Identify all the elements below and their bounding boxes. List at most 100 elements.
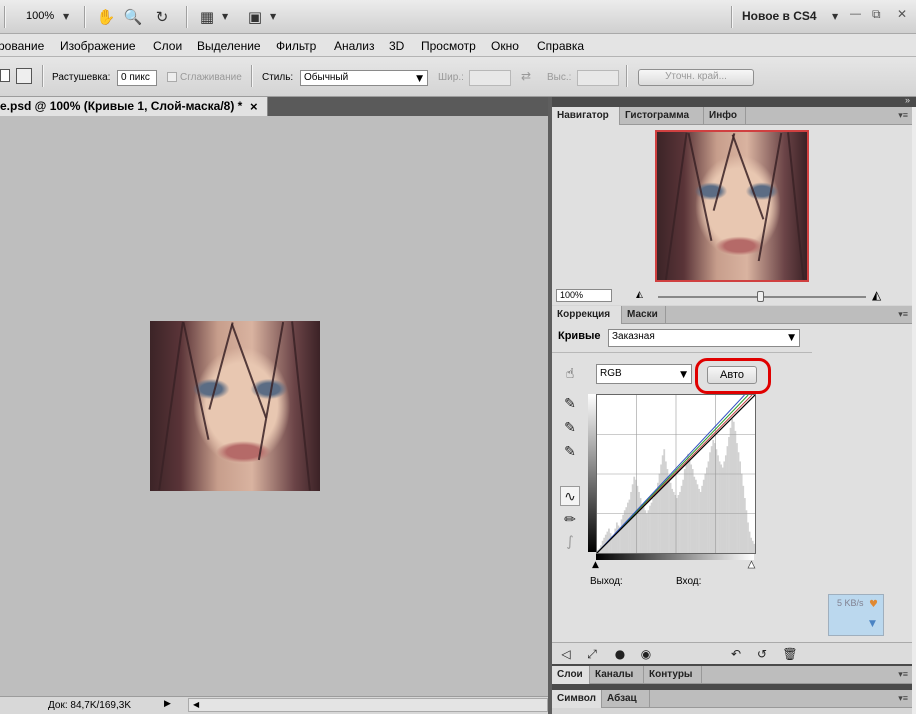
menu-layers[interactable]: Слои [153, 39, 182, 53]
portrait-image [150, 321, 320, 491]
swap-icon[interactable]: ⇄ [521, 69, 531, 83]
navigator-thumbnail[interactable] [655, 130, 809, 282]
histogram-bar [717, 455, 719, 553]
histogram-bar [702, 479, 705, 553]
screen-mode-dropdown-icon[interactable]: ▼ [270, 12, 276, 21]
histogram-bar [679, 491, 681, 553]
minimize-button[interactable]: — [850, 8, 861, 20]
intersect-selection-icon[interactable] [16, 68, 32, 84]
zoom-in-icon[interactable]: ◭ [872, 288, 881, 302]
view-previous-icon[interactable]: ↶ [726, 644, 746, 664]
scroll-left-icon[interactable]: ◀ [193, 700, 199, 709]
selection-mode-icon[interactable] [0, 69, 10, 82]
refine-edge-button[interactable]: Уточн. край... [638, 69, 754, 86]
curves-graph[interactable] [596, 394, 756, 554]
panel-menu-icon[interactable]: ▾≡ [898, 669, 908, 680]
highlight-annotation [695, 358, 771, 394]
pencil-draw-icon[interactable]: ✏ [560, 510, 580, 530]
tab-info[interactable]: Инфо [704, 107, 746, 125]
menu-3d[interactable]: 3D [389, 39, 404, 53]
histogram-bar [707, 461, 710, 553]
black-eyedropper-icon[interactable]: ✎ [560, 394, 580, 414]
tab-histogram[interactable]: Гистограмма [620, 107, 704, 125]
close-icon[interactable]: × [250, 99, 258, 114]
character-tabstrip: Символ Абзац ▾≡ [552, 690, 912, 708]
panel-menu-icon[interactable]: ▾≡ [898, 693, 908, 704]
white-point-slider-icon[interactable]: ▲ [748, 560, 756, 571]
document-canvas[interactable] [0, 116, 548, 696]
menu-image[interactable]: Изображение [60, 39, 136, 53]
hand-tool-icon[interactable]: ✋ [96, 7, 116, 27]
menu-help[interactable]: Справка [537, 39, 584, 53]
histogram-bar [739, 461, 741, 553]
histogram-bar [663, 449, 666, 553]
document-tab[interactable]: e.psd @ 100% (Кривые 1, Слой-маска/8) * … [0, 97, 268, 116]
screen-mode-icon[interactable]: ▣ [245, 7, 265, 27]
collapse-panels-icon[interactable]: » [905, 95, 910, 105]
tab-adjustments[interactable]: Коррекция [552, 306, 622, 324]
panel-menu-icon[interactable]: ▾≡ [898, 309, 908, 320]
style-select[interactable]: Обычный ▼ [300, 70, 428, 86]
histogram-bar [701, 485, 704, 553]
on-image-adjust-icon[interactable]: ☝ [560, 364, 580, 384]
tab-masks[interactable]: Маски [622, 306, 666, 324]
feather-input[interactable]: 0 пикс [117, 70, 157, 86]
smooth-curve-icon[interactable]: ∫ [560, 532, 580, 552]
arrange-documents-icon[interactable]: ▦ [197, 7, 217, 27]
tab-navigator[interactable]: Навигатор [552, 107, 620, 125]
histogram-bar [694, 479, 697, 553]
gray-eyedropper-icon[interactable]: ✎ [560, 418, 580, 438]
expand-view-icon[interactable]: ⤢ [582, 644, 602, 664]
zoom-out-icon[interactable]: ◭ [636, 290, 643, 300]
tab-channels[interactable]: Каналы [590, 666, 644, 684]
menu-analysis[interactable]: Анализ [334, 39, 375, 53]
tab-character[interactable]: Символ [552, 690, 602, 708]
antialias-checkbox[interactable] [167, 72, 177, 82]
zoom-slider-handle[interactable] [757, 291, 764, 302]
menu-select[interactable]: Выделение [197, 39, 261, 53]
histogram-bar [698, 488, 700, 553]
channel-value: RGB [600, 368, 622, 379]
horizontal-scrollbar[interactable]: ◀ [188, 698, 548, 712]
channel-select[interactable]: RGB ▼ [596, 364, 692, 384]
width-input[interactable] [469, 70, 511, 86]
height-input[interactable] [577, 70, 619, 86]
tab-layers[interactable]: Слои [552, 666, 590, 684]
curve-point-icon[interactable]: ∿ [560, 486, 580, 506]
arrange-dropdown-icon[interactable]: ▼ [222, 12, 228, 21]
menu-view[interactable]: Просмотр [421, 39, 476, 53]
tab-paragraph[interactable]: Абзац [602, 690, 650, 708]
zoom-tool-icon[interactable]: 🔍 [123, 7, 143, 27]
histogram-bar [706, 467, 708, 553]
zoom-level[interactable]: 100% [26, 10, 54, 22]
histogram-bar [743, 498, 746, 553]
panel-menu-icon[interactable]: ▾≡ [898, 110, 908, 121]
rotate-view-icon[interactable]: ↻ [152, 7, 172, 27]
status-menu-arrow-icon[interactable]: ▶ [164, 699, 171, 709]
black-point-slider-icon[interactable]: ▲ [592, 560, 599, 570]
network-speed-widget[interactable]: 5 KB/s ♥ ▼ [828, 594, 884, 636]
trash-icon[interactable]: 🗑 [780, 644, 800, 664]
clip-to-layer-icon[interactable]: ● [610, 644, 630, 664]
adjustments-tabstrip: Коррекция Маски ▾≡ [552, 306, 912, 324]
histogram-bar [728, 437, 730, 553]
white-eyedropper-icon[interactable]: ✎ [560, 442, 580, 462]
zoom-dropdown-icon[interactable]: ▼ [63, 12, 69, 21]
back-arrow-icon[interactable]: ◁ [556, 644, 576, 664]
application-bar: 100% ▼ ✋ 🔍 ↻ ▦ ▼ ▣ ▼ Новое в CS4 ▼ — ⧉ ✕ [0, 0, 916, 34]
visibility-eye-icon[interactable]: ◉ [636, 644, 656, 664]
workspace-switcher[interactable]: Новое в CS4 [742, 9, 817, 23]
close-button[interactable]: ✕ [897, 7, 907, 21]
menu-filter[interactable]: Фильтр [276, 39, 316, 53]
restore-button[interactable]: ⧉ [872, 7, 881, 22]
menu-edit[interactable]: рование [0, 39, 44, 53]
reset-icon[interactable]: ↺ [752, 644, 772, 664]
workspace-dropdown-icon[interactable]: ▼ [832, 12, 838, 21]
histogram-bar [751, 540, 754, 553]
tab-paths[interactable]: Контуры [644, 666, 702, 684]
histogram-bar [672, 491, 675, 553]
navigator-zoom-input[interactable]: 100% [556, 289, 612, 302]
preset-select[interactable]: Заказная ▼ [608, 329, 800, 347]
histogram-bar [693, 476, 696, 553]
menu-window[interactable]: Окно [491, 39, 519, 53]
